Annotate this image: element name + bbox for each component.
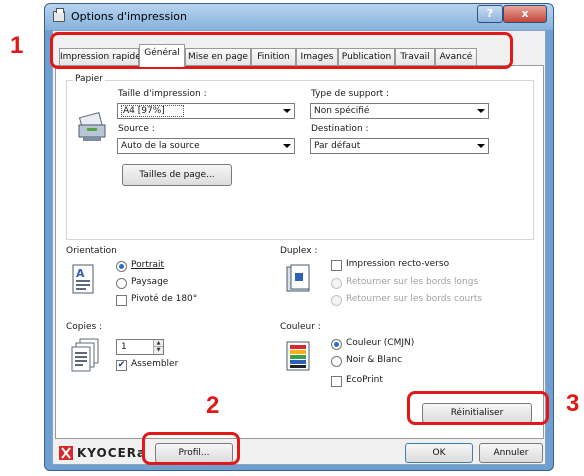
annotation-number-1: 1 bbox=[10, 32, 24, 59]
paper-size-icon bbox=[78, 112, 106, 141]
two-sided-checkbox[interactable] bbox=[331, 260, 342, 271]
decrement-icon[interactable]: ▼ bbox=[153, 347, 163, 354]
source-select[interactable]: Auto de la source bbox=[117, 138, 295, 154]
source-label: Source : bbox=[118, 124, 155, 134]
rotated-180-checkbox[interactable] bbox=[116, 295, 127, 306]
increment-icon[interactable]: ▲ bbox=[153, 340, 163, 347]
print-size-value: A4 [97%] bbox=[121, 105, 184, 117]
portrait-radio[interactable] bbox=[116, 261, 127, 272]
chevron-down-icon bbox=[283, 109, 291, 113]
color-label: Couleur : bbox=[280, 322, 321, 332]
print-size-select[interactable]: A4 [97%] bbox=[117, 103, 295, 119]
flip-short-edge-radio[interactable] bbox=[331, 295, 342, 306]
media-type-select[interactable]: Non spécifié bbox=[310, 103, 489, 119]
annotation-highlight-profile bbox=[142, 432, 240, 465]
general-tab-panel: Papier Taille d'impression : A4 [97%] Ty… bbox=[55, 65, 544, 439]
portrait-document-icon: A bbox=[72, 264, 94, 294]
paper-group-label: Papier bbox=[73, 74, 105, 84]
chevron-down-icon bbox=[477, 109, 485, 113]
flip-short-edge-label[interactable]: Retourner sur les bords courts bbox=[346, 294, 482, 304]
black-white-label[interactable]: Noir & Blanc bbox=[346, 355, 402, 365]
help-button[interactable]: ? bbox=[477, 5, 503, 23]
flip-long-edge-label[interactable]: Retourner sur les bords longs bbox=[346, 277, 478, 287]
close-button[interactable]: x bbox=[503, 5, 547, 23]
duplex-label: Duplex : bbox=[280, 246, 318, 256]
copies-value: 1 bbox=[121, 342, 127, 352]
annotation-number-2: 2 bbox=[206, 392, 220, 419]
tab-general[interactable]: Général bbox=[139, 44, 185, 67]
window-title: Options d'impression bbox=[71, 10, 187, 23]
landscape-radio[interactable] bbox=[116, 278, 127, 289]
print-size-label: Taille d'impression : bbox=[118, 89, 207, 99]
kyocera-brand: KYOCERa bbox=[77, 446, 147, 460]
media-type-value: Non spécifié bbox=[314, 106, 370, 116]
chevron-down-icon bbox=[477, 144, 485, 148]
title-bar[interactable]: Options d'impression ? x bbox=[45, 4, 553, 30]
orientation-label: Orientation bbox=[66, 246, 117, 256]
copies-label: Copies : bbox=[66, 322, 103, 332]
color-cmyk-radio[interactable] bbox=[331, 339, 342, 350]
printer-icon bbox=[53, 8, 65, 22]
collate-label[interactable]: Assembler bbox=[131, 359, 178, 369]
ecoprint-label[interactable]: EcoPrint bbox=[346, 375, 383, 385]
collate-checkbox[interactable]: ✔ bbox=[116, 360, 127, 371]
media-type-label: Type de support : bbox=[311, 89, 390, 99]
annotation-highlight-reset bbox=[407, 391, 549, 425]
two-sided-label[interactable]: Impression recto-verso bbox=[346, 259, 449, 269]
color-palette-icon bbox=[286, 341, 310, 371]
destination-value: Par défaut bbox=[314, 141, 361, 151]
destination-label: Destination : bbox=[311, 124, 369, 134]
ok-button[interactable]: OK bbox=[405, 443, 473, 463]
page-sizes-button[interactable]: Tailles de page... bbox=[122, 164, 232, 186]
paper-group: Papier Taille d'impression : A4 [97%] Ty… bbox=[66, 74, 534, 240]
annotation-number-3: 3 bbox=[566, 390, 580, 417]
flip-long-edge-radio[interactable] bbox=[331, 278, 342, 289]
ecoprint-checkbox[interactable] bbox=[331, 376, 342, 387]
kyocera-logo-icon bbox=[59, 446, 73, 460]
black-white-radio[interactable] bbox=[331, 356, 342, 367]
source-value: Auto de la source bbox=[121, 141, 200, 151]
cancel-button[interactable]: Annuler bbox=[479, 443, 543, 463]
copies-stepper[interactable]: 1 ▲ ▼ bbox=[116, 339, 164, 355]
rotated-180-label[interactable]: Pivoté de 180° bbox=[131, 294, 197, 304]
duplex-book-icon bbox=[286, 264, 310, 292]
annotation-highlight-tabs bbox=[50, 32, 513, 69]
portrait-label[interactable]: Portrait bbox=[131, 260, 164, 270]
svg-text:A: A bbox=[76, 267, 85, 280]
chevron-down-icon bbox=[283, 144, 291, 148]
color-cmyk-label[interactable]: Couleur (CMJN) bbox=[346, 338, 414, 348]
destination-select[interactable]: Par défaut bbox=[310, 138, 489, 154]
copies-stack-icon bbox=[71, 338, 99, 372]
landscape-label[interactable]: Paysage bbox=[131, 277, 168, 287]
